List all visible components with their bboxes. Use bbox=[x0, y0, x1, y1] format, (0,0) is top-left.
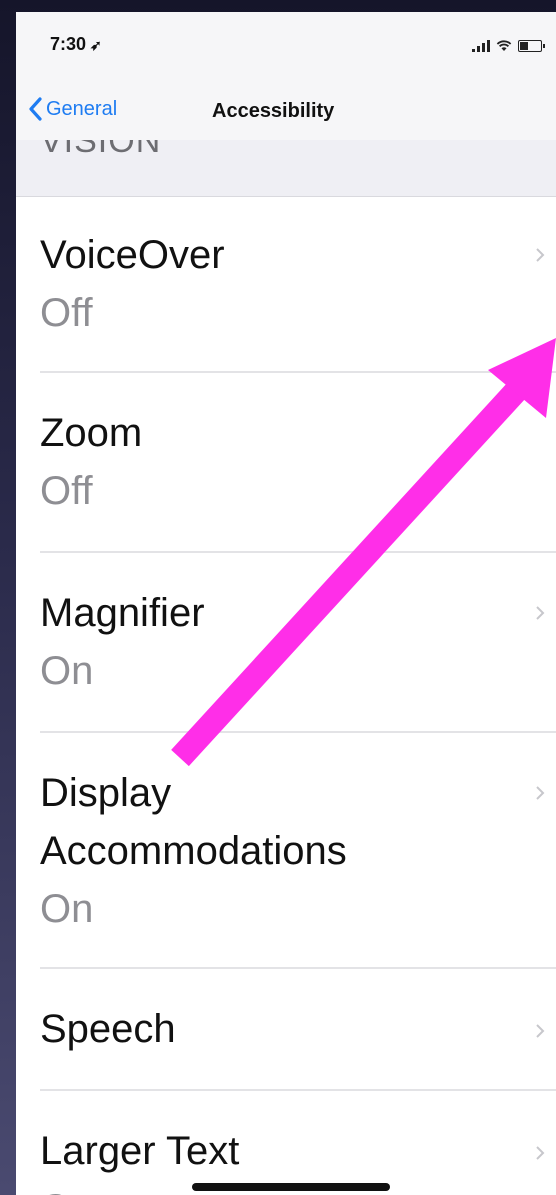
chevron-right-icon bbox=[536, 606, 545, 620]
row-title: VoiceOver bbox=[40, 233, 225, 277]
row-value: Off bbox=[40, 291, 93, 335]
navigation-bar: General Accessibility bbox=[16, 82, 556, 140]
status-bar: 7:30 ➶ bbox=[16, 12, 556, 82]
chevron-right-icon bbox=[536, 1024, 545, 1038]
status-time-text: 7:30 bbox=[50, 34, 87, 54]
row-value: On bbox=[40, 649, 94, 693]
back-label: General bbox=[46, 97, 118, 120]
row-display-accommodations[interactable]: Display Accommodations On bbox=[16, 733, 556, 969]
row-title-line2: Accommodations bbox=[40, 829, 347, 873]
location-arrow-icon: ➶ bbox=[90, 37, 102, 53]
row-value: On bbox=[40, 1185, 93, 1195]
home-indicator[interactable] bbox=[192, 1183, 390, 1191]
cellular-signal-icon bbox=[472, 40, 490, 52]
chevron-right-icon bbox=[536, 786, 545, 800]
row-larger-text[interactable]: Larger Text On bbox=[16, 1091, 556, 1195]
row-value: On bbox=[40, 887, 94, 931]
row-magnifier[interactable]: Magnifier On bbox=[16, 553, 556, 733]
wifi-icon bbox=[496, 40, 512, 51]
page-title: Accessibility bbox=[212, 100, 335, 122]
row-title: Zoom bbox=[40, 411, 143, 455]
phone-screen: 7:30 ➶ General Accessibility VISION Voic… bbox=[16, 12, 556, 1195]
row-title: Display bbox=[40, 771, 172, 815]
section-header-text: VISION bbox=[40, 140, 162, 160]
chevron-right-icon bbox=[536, 1146, 545, 1160]
status-icons bbox=[472, 38, 545, 54]
settings-list: VoiceOver Off Zoom Off Magnifier On Disp… bbox=[16, 197, 556, 1195]
row-value: Off bbox=[40, 469, 93, 513]
status-time: 7:30 ➶ bbox=[50, 34, 102, 55]
row-zoom[interactable]: Zoom Off bbox=[16, 373, 556, 553]
row-title: Magnifier bbox=[40, 591, 205, 635]
chevron-right-icon bbox=[536, 248, 545, 262]
back-button[interactable]: General bbox=[28, 92, 117, 126]
chevron-left-icon bbox=[29, 97, 42, 121]
row-speech[interactable]: Speech bbox=[16, 969, 556, 1091]
row-title: Speech bbox=[40, 1007, 176, 1051]
battery-icon bbox=[518, 40, 545, 52]
row-title: Larger Text bbox=[40, 1129, 240, 1173]
section-header-vision: VISION bbox=[16, 140, 556, 197]
row-voiceover[interactable]: VoiceOver Off bbox=[16, 197, 556, 373]
